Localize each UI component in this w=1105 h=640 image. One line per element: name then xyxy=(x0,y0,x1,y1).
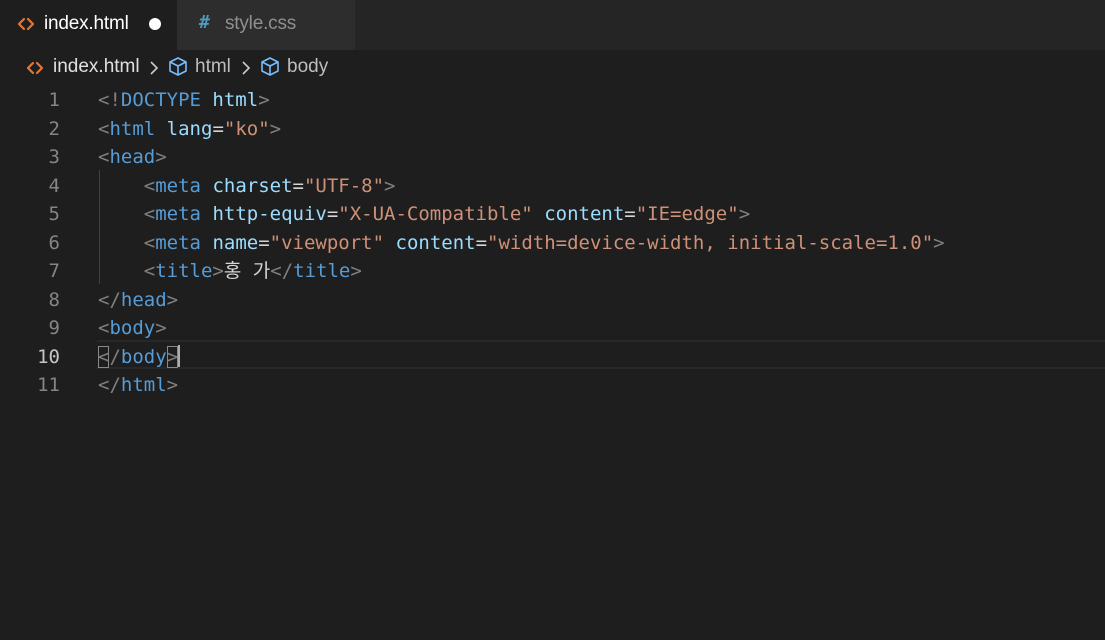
cube-icon xyxy=(169,57,187,76)
breadcrumb-item-body[interactable]: body xyxy=(287,56,328,78)
code-line[interactable]: 8 </head> xyxy=(0,286,1105,315)
tab-label: index.html xyxy=(44,13,129,34)
line-code: <!DOCTYPE html> xyxy=(98,89,270,111)
tab-index-html[interactable]: index.html xyxy=(0,0,177,50)
line-code: <meta http-equiv="X-UA-Compatible" conte… xyxy=(143,203,751,225)
text-cursor xyxy=(178,344,181,367)
line-code: <head> xyxy=(98,146,167,168)
editor-window: index.html # style.css index.html html b… xyxy=(0,0,1105,640)
chevron-right-icon xyxy=(150,61,159,75)
line-number: 11 xyxy=(37,374,60,396)
line-code: </html> xyxy=(98,374,179,396)
code-line[interactable]: 4 <meta charset="UTF-8"> xyxy=(0,172,1105,201)
code-line[interactable]: 10 </body> xyxy=(0,343,1105,372)
code-line[interactable]: 6 <meta name="viewport" content="width=d… xyxy=(0,229,1105,258)
line-code: </head> xyxy=(98,288,179,311)
code-line[interactable]: 5 <meta http-equiv="X-UA-Compatible" con… xyxy=(0,200,1105,229)
tab-label: style.css xyxy=(225,13,297,34)
css-file-icon: # xyxy=(199,12,210,33)
code-editor[interactable]: 1 <!DOCTYPE html> 2 <html lang="ko"> 3 <head>… xyxy=(0,86,1105,640)
breadcrumb: index.html html body xyxy=(0,50,1105,86)
line-number: 6 xyxy=(48,231,60,254)
code-line[interactable]: 9 <body> xyxy=(0,314,1105,343)
code-line[interactable]: 2 <html lang="ko"> xyxy=(0,115,1105,144)
line-code: <meta name="viewport" content="width=dev… xyxy=(143,231,945,254)
line-code: <title>홍 가</title> xyxy=(143,260,362,282)
code-line[interactable]: 11 </html> xyxy=(0,371,1105,400)
line-number: 9 xyxy=(48,317,60,339)
code-line[interactable]: 1 <!DOCTYPE html> xyxy=(0,86,1105,115)
line-number: 4 xyxy=(48,174,60,197)
code-line[interactable]: 3 <head> xyxy=(0,143,1105,172)
line-number: 3 xyxy=(48,146,60,168)
html-file-icon xyxy=(26,61,44,75)
tab-style-css[interactable]: # style.css xyxy=(177,0,355,50)
unsaved-dot-icon[interactable] xyxy=(149,18,161,30)
cube-icon xyxy=(261,57,279,76)
html-file-icon xyxy=(17,17,35,31)
line-code: </body> xyxy=(98,344,181,368)
breadcrumb-item-html[interactable]: html xyxy=(195,56,231,78)
line-number: 10 xyxy=(37,345,60,368)
line-number: 5 xyxy=(48,203,60,225)
line-code: <html lang="ko"> xyxy=(98,117,282,140)
line-number: 8 xyxy=(48,288,60,311)
line-code: <body> xyxy=(98,317,167,339)
breadcrumb-file[interactable]: index.html xyxy=(53,56,140,78)
line-code: <meta charset="UTF-8"> xyxy=(143,174,396,197)
chevron-right-icon xyxy=(242,61,251,75)
line-number: 2 xyxy=(48,117,60,140)
tab-bar: index.html # style.css xyxy=(0,0,1105,50)
code-line[interactable]: 7 <title>홍 가</title> xyxy=(0,257,1105,286)
line-number: 7 xyxy=(48,260,60,282)
line-number: 1 xyxy=(48,89,60,111)
